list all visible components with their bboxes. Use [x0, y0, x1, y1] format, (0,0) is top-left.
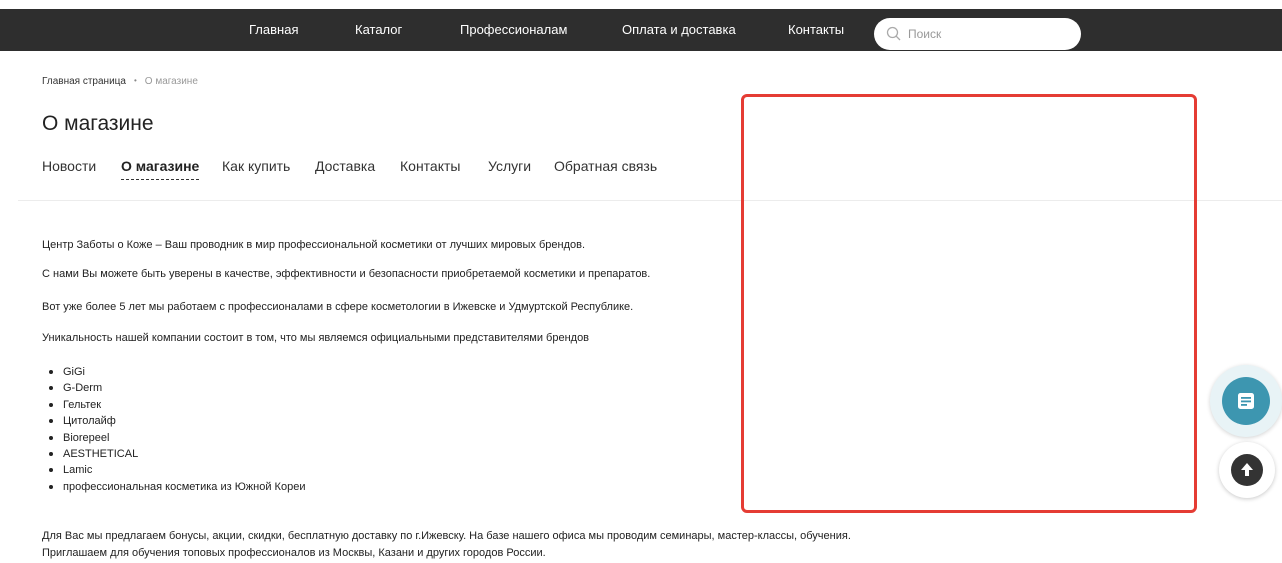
- breadcrumb-current: О магазине: [144, 76, 198, 87]
- search-box[interactable]: [874, 18, 1081, 50]
- tab-contacts[interactable]: Контакты: [400, 158, 460, 174]
- top-navigation-bar: Главная Каталог Профессионалам Оплата и …: [0, 9, 1282, 51]
- highlight-box: [741, 94, 1197, 513]
- breadcrumb: Главная страница • О магазине: [42, 76, 198, 87]
- experience-paragraph: Вот уже более 5 лет мы работаем с профес…: [42, 301, 634, 313]
- breadcrumb-separator: •: [133, 76, 137, 85]
- invitation-paragraph: Приглашаем для обучения топовых професси…: [42, 547, 546, 559]
- brands-intro-paragraph: Уникальность нашей компании состоит в то…: [42, 332, 590, 344]
- tab-news[interactable]: Новости: [42, 158, 96, 174]
- search-icon: [886, 26, 901, 41]
- nav-item-home[interactable]: Главная: [249, 9, 298, 51]
- intro-paragraph: Центр Заботы о Коже – Ваш проводник в ми…: [42, 239, 586, 251]
- scroll-up-button[interactable]: [1219, 442, 1275, 498]
- tab-delivery[interactable]: Доставка: [315, 158, 375, 174]
- chat-button[interactable]: [1210, 365, 1282, 437]
- page-title: О магазине: [42, 112, 154, 135]
- tab-feedback[interactable]: Обратная связь: [554, 158, 657, 174]
- list-item: Гельтек: [42, 397, 305, 413]
- list-item: Lamic: [42, 462, 305, 478]
- list-item: Biorepeel: [42, 430, 305, 446]
- list-item: G-Derm: [42, 380, 305, 396]
- tab-about-store[interactable]: О магазине: [121, 158, 200, 180]
- scroll-up-circle[interactable]: [1231, 454, 1263, 486]
- nav-item-payment-delivery[interactable]: Оплата и доставка: [622, 9, 736, 51]
- search-input[interactable]: [908, 25, 1068, 43]
- offers-paragraph: Для Вас мы предлагаем бонусы, акции, ски…: [42, 530, 851, 542]
- list-item: Цитолайф: [42, 413, 305, 429]
- tab-how-to-buy[interactable]: Как купить: [222, 158, 290, 174]
- chat-icon: [1238, 393, 1254, 409]
- nav-item-catalog[interactable]: Каталог: [355, 9, 402, 51]
- breadcrumb-home-link[interactable]: Главная страница: [42, 76, 126, 87]
- brand-list: GiGi G-Derm Гельтек Цитолайф Biorepeel A…: [42, 364, 305, 495]
- tab-services[interactable]: Услуги: [488, 158, 531, 174]
- list-item: профессиональная косметика из Южной Коре…: [42, 479, 305, 495]
- list-item: GiGi: [42, 364, 305, 380]
- chat-button-circle[interactable]: [1222, 377, 1270, 425]
- quality-paragraph: С нами Вы можете быть уверены в качестве…: [42, 268, 651, 280]
- nav-item-contacts[interactable]: Контакты: [788, 9, 844, 51]
- nav-item-professionals[interactable]: Профессионалам: [460, 9, 567, 51]
- list-item: AESTHETICAL: [42, 446, 305, 462]
- arrow-up-icon: [1241, 463, 1253, 476]
